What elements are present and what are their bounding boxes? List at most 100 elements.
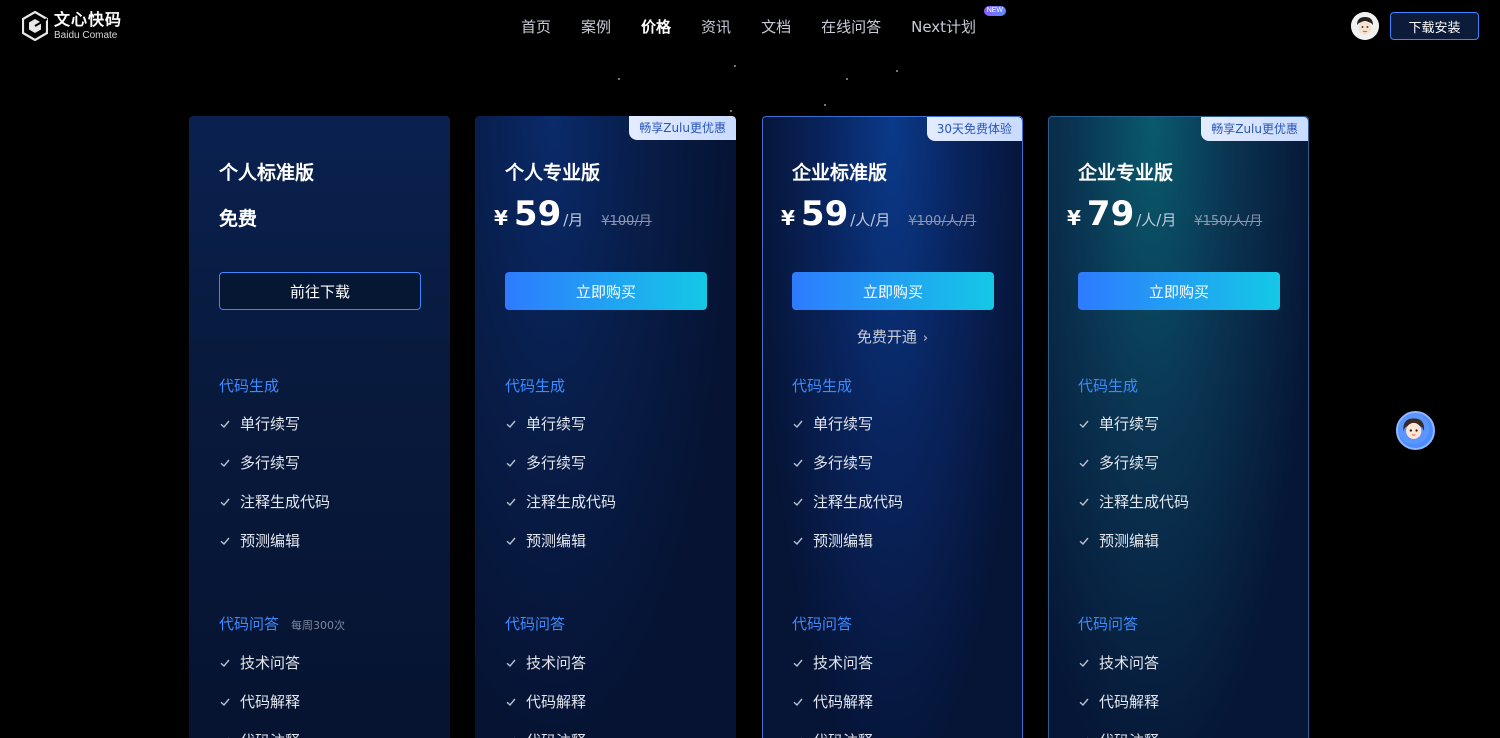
feature-label: 代码注释 <box>526 730 586 738</box>
feature-label: 多行续写 <box>1099 454 1160 472</box>
feature-label: 注释生成代码 <box>526 493 617 511</box>
feature-label: 技术问答 <box>813 654 874 672</box>
feature-label: 单行续写 <box>1099 415 1160 433</box>
feature-label: 注释生成代码 <box>813 493 904 511</box>
section-title-code-qa: 代码问答 每周300次 <box>219 613 345 634</box>
feature-item: 注释生成代码 <box>1078 491 1189 512</box>
check-icon <box>793 420 803 428</box>
check-icon <box>1079 659 1089 667</box>
feature-item: 预测编辑 <box>219 530 300 551</box>
section-title-text: 代码问答 <box>1078 615 1139 633</box>
check-icon <box>1079 698 1089 706</box>
chevron-right-icon: › <box>922 331 929 346</box>
check-icon <box>793 459 803 467</box>
feature-item: 注释生成代码 <box>792 491 903 512</box>
plan-price: ¥ 59 /人/月 ¥100/人/月 <box>781 194 976 234</box>
check-icon <box>1079 537 1089 545</box>
price-amount: 79 <box>1086 194 1135 234</box>
feature-label: 代码解释 <box>813 693 874 711</box>
feature-label: 单行续写 <box>526 415 587 433</box>
section-title-code-gen: 代码生成 <box>1078 375 1138 396</box>
feature-label: 单行续写 <box>240 415 301 433</box>
section-title-text: 代码问答 <box>219 615 280 633</box>
section-title-text: 代码生成 <box>505 377 566 395</box>
feature-item: 技术问答 <box>219 652 300 673</box>
price-amount: 59 <box>800 194 849 234</box>
feature-item: 技术问答 <box>1078 652 1159 673</box>
price-original: ¥100/月 <box>601 214 652 229</box>
price-currency: ¥ <box>494 206 508 230</box>
section-title-text: 代码问答 <box>792 615 853 633</box>
price-unit: /人/月 <box>850 211 891 229</box>
section-title-code-qa: 代码问答 <box>792 613 852 634</box>
feature-item: 技术问答 <box>505 652 586 673</box>
assistant-avatar[interactable] <box>1396 411 1435 450</box>
promo-tag: 30天免费体验 <box>926 117 1022 141</box>
feature-item: 代码解释 <box>1078 691 1159 712</box>
feature-label: 技术问答 <box>526 654 587 672</box>
feature-item: 注释生成代码 <box>505 491 616 512</box>
section-note: 每周300次 <box>291 619 346 632</box>
feature-item: 单行续写 <box>505 413 586 434</box>
feature-item: 多行续写 <box>505 452 586 473</box>
buy-now-button[interactable]: 立即购买 <box>1078 272 1280 310</box>
check-icon <box>220 698 230 706</box>
feature-label: 单行续写 <box>813 415 874 433</box>
feature-label: 多行续写 <box>240 454 301 472</box>
plan-card-enterprise-pro: 畅享Zulu更优惠 企业专业版 ¥ 79 /人/月 ¥150/人/月 立即购买 … <box>1048 116 1309 738</box>
check-icon <box>1079 498 1089 506</box>
check-icon <box>800 737 803 738</box>
section-title-text: 代码生成 <box>792 377 853 395</box>
feature-item: 代码注释 <box>505 730 586 738</box>
feature-item: 代码解释 <box>505 691 586 712</box>
check-icon <box>506 498 516 506</box>
feature-label: 预测编辑 <box>526 532 587 550</box>
buy-now-button[interactable]: 立即购买 <box>505 272 707 310</box>
section-title-text: 代码生成 <box>219 377 280 395</box>
feature-item: 代码注释 <box>1078 730 1159 738</box>
feature-label: 代码解释 <box>1099 693 1160 711</box>
feature-label: 技术问答 <box>240 654 301 672</box>
plan-price-free: 免费 <box>219 208 258 230</box>
feature-label: 预测编辑 <box>1099 532 1160 550</box>
plan-title: 个人专业版 <box>505 162 601 184</box>
check-icon <box>220 537 230 545</box>
feature-item: 代码解释 <box>792 691 873 712</box>
price-amount: 59 <box>513 194 562 234</box>
feature-item: 预测编辑 <box>792 530 873 551</box>
feature-label: 代码注释 <box>240 730 300 738</box>
go-download-button[interactable]: 前往下载 <box>219 272 421 310</box>
check-icon <box>220 659 230 667</box>
feature-label: 注释生成代码 <box>1099 493 1190 511</box>
price-original: ¥150/人/月 <box>1194 214 1263 229</box>
promo-tag: 畅享Zulu更优惠 <box>629 116 736 140</box>
plan-title: 个人标准版 <box>219 162 315 184</box>
section-title-code-gen: 代码生成 <box>792 375 852 396</box>
check-icon <box>220 498 230 506</box>
plan-card-personal-pro: 畅享Zulu更优惠 个人专业版 ¥ 59 /月 ¥100/月 立即购买 代码生成… <box>475 116 736 738</box>
plan-title: 企业专业版 <box>1078 162 1174 184</box>
feature-item: 多行续写 <box>219 452 300 473</box>
free-activate-link[interactable]: 免费开通 › <box>763 326 1022 347</box>
price-original: ¥100/人/月 <box>908 214 977 229</box>
section-title-text: 代码生成 <box>1078 377 1139 395</box>
feature-item: 代码注释 <box>219 730 300 738</box>
section-title-code-qa: 代码问答 <box>1078 613 1138 634</box>
check-icon <box>513 737 516 738</box>
section-title-text: 代码问答 <box>505 615 566 633</box>
feature-label: 预测编辑 <box>240 532 301 550</box>
feature-label: 多行续写 <box>526 454 587 472</box>
feature-item: 技术问答 <box>792 652 873 673</box>
feature-item: 预测编辑 <box>1078 530 1159 551</box>
price-currency: ¥ <box>1067 206 1081 230</box>
feature-item: 注释生成代码 <box>219 491 330 512</box>
feature-label: 代码解释 <box>240 693 301 711</box>
pricing-cards: 个人标准版 免费 前往下载 代码生成 单行续写 多行续写 注释生成代码 预测编辑… <box>0 0 1500 738</box>
feature-label: 技术问答 <box>1099 654 1160 672</box>
plan-price: ¥ 59 /月 ¥100/月 <box>494 194 652 234</box>
feature-label: 代码解释 <box>526 693 587 711</box>
feature-label: 预测编辑 <box>813 532 874 550</box>
buy-now-button[interactable]: 立即购买 <box>792 272 994 310</box>
plan-card-enterprise-standard: 30天免费体验 企业标准版 ¥ 59 /人/月 ¥100/人/月 立即购买 免费… <box>762 116 1023 738</box>
section-title-code-qa: 代码问答 <box>505 613 565 634</box>
